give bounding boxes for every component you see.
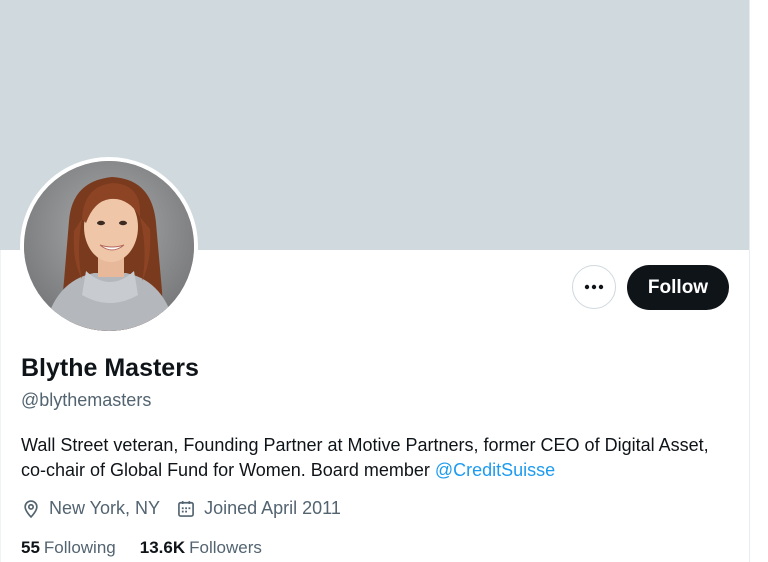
- bio-text: Wall Street veteran, Founding Partner at…: [21, 435, 709, 480]
- column-border-left: [0, 250, 1, 562]
- follow-button[interactable]: Follow: [627, 265, 729, 310]
- profile-meta: New York, NY Joined April 2011: [21, 498, 357, 519]
- followers-label: Followers: [189, 538, 262, 557]
- following-label: Following: [43, 538, 116, 557]
- location-text: New York, NY: [49, 498, 161, 518]
- more-dots-icon: [584, 284, 604, 290]
- profile-stats: 55 Following 13.6K Followers: [21, 538, 286, 558]
- bio-mention-link[interactable]: @CreditSuisse: [435, 460, 555, 480]
- avatar-ring: [20, 157, 198, 335]
- followers-count: 13.6K: [139, 538, 186, 557]
- column-border: [749, 0, 750, 562]
- more-options-button[interactable]: [572, 265, 616, 309]
- joined-text: Joined April 2011: [204, 498, 341, 518]
- followers-link[interactable]: 13.6K Followers: [140, 538, 262, 558]
- avatar-photo: [24, 161, 194, 331]
- profile-bio: Wall Street veteran, Founding Partner at…: [21, 433, 721, 483]
- joined-item: Joined April 2011: [176, 498, 341, 519]
- location-pin-icon: [24, 499, 38, 518]
- profile-page: Follow Blythe Masters @blythemasters Wal…: [0, 0, 768, 562]
- profile-name: Blythe Masters: [21, 354, 199, 382]
- location-item: New York, NY: [21, 498, 160, 519]
- profile-handle: @blythemasters: [21, 390, 152, 410]
- avatar[interactable]: [24, 161, 194, 331]
- following-count: 55: [21, 538, 40, 557]
- calendar-icon: [178, 500, 194, 517]
- following-link[interactable]: 55 Following: [21, 538, 116, 558]
